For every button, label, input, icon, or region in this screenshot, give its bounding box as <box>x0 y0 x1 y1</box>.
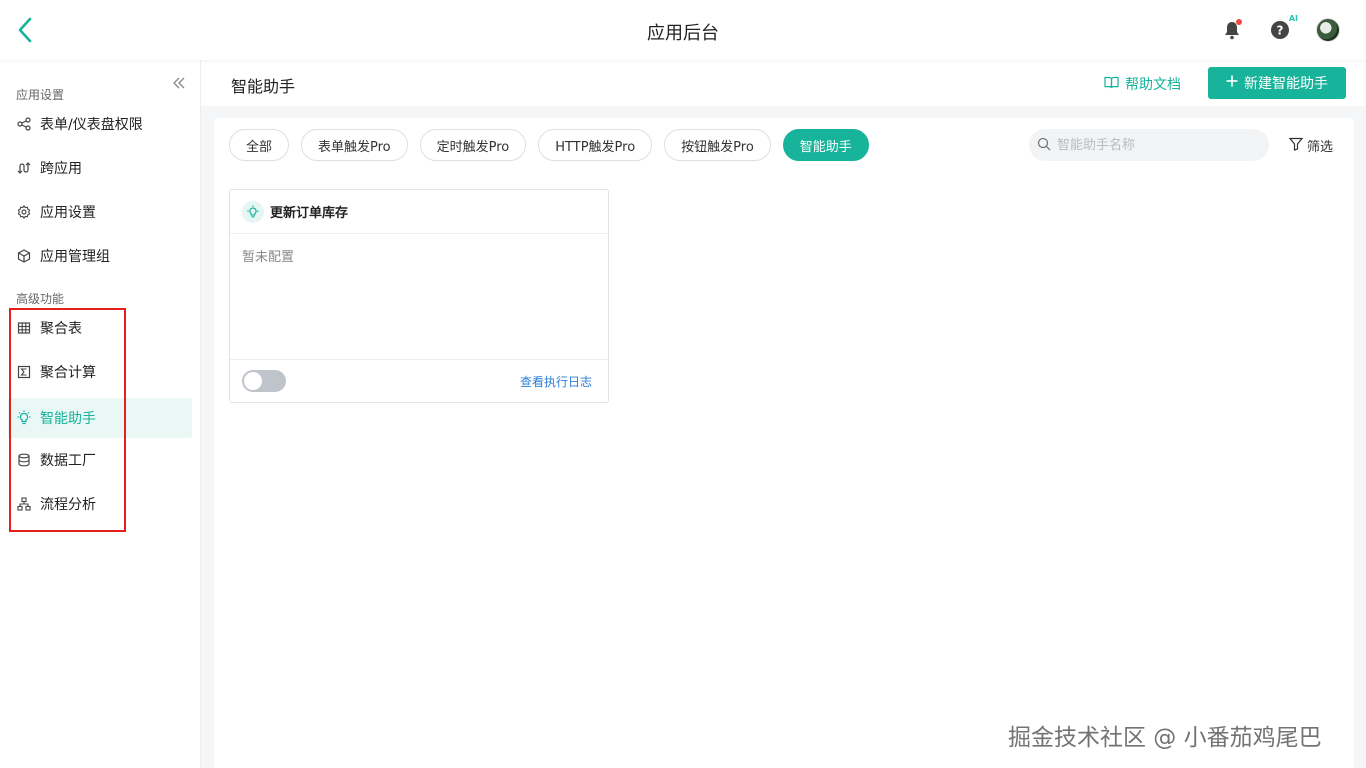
sidebar-item-label: 表单/仪表盘权限 <box>40 117 143 133</box>
sidebar-item-app-settings[interactable]: 应用设置 <box>8 192 192 232</box>
tab-timer-trigger-pro[interactable]: 定时触发Pro <box>419 129 527 161</box>
top-bar: 应用后台 ? AI <box>0 0 1366 60</box>
svg-text:?: ? <box>1277 24 1284 38</box>
notification-bell-icon[interactable] <box>1220 18 1244 42</box>
book-icon <box>1104 76 1119 93</box>
plus-icon <box>1226 75 1238 91</box>
help-docs-link[interactable]: 帮助文档 <box>1104 74 1181 94</box>
card-body-text: 暂未配置 <box>230 234 608 360</box>
tab-button-trigger-pro[interactable]: 按钮触发Pro <box>664 129 771 161</box>
new-assistant-button[interactable]: 新建智能助手 <box>1208 67 1346 99</box>
sidebar: 应用设置 表单/仪表盘权限 跨应用 应用设置 应用管理组 高级功能 聚合表 聚合… <box>0 60 201 768</box>
filter-button[interactable]: 筛选 <box>1288 136 1334 155</box>
watermark-text: 掘金技术社区 @ 小番茄鸡尾巴 <box>1008 725 1322 751</box>
sidebar-item-label: 应用管理组 <box>40 249 110 265</box>
assistant-card[interactable]: 更新订单库存 暂未配置 查看执行日志 <box>229 189 609 403</box>
card-footer: 查看执行日志 <box>230 360 608 402</box>
main-content: 全部 表单触发Pro 定时触发Pro HTTP触发Pro 按钮触发Pro 智能助… <box>214 118 1354 768</box>
card-header: 更新订单库存 <box>230 190 608 234</box>
sidebar-item-app-admin-group[interactable]: 应用管理组 <box>8 236 192 276</box>
app-title: 应用后台 <box>647 23 719 44</box>
tab-smart-assistant[interactable]: 智能助手 <box>782 129 869 161</box>
sidebar-item-label: 跨应用 <box>40 161 82 177</box>
search-box <box>1029 129 1269 161</box>
help-ai-icon[interactable]: ? AI <box>1268 14 1298 42</box>
sidebar-item-label: 应用设置 <box>40 205 96 221</box>
tab-all[interactable]: 全部 <box>229 129 290 161</box>
tab-http-trigger-pro[interactable]: HTTP触发Pro <box>538 129 653 161</box>
sidebar-item-cross-app[interactable]: 跨应用 <box>8 148 192 188</box>
new-assistant-label: 新建智能助手 <box>1244 76 1328 92</box>
enable-toggle[interactable] <box>242 370 286 392</box>
funnel-icon <box>1288 137 1304 155</box>
gear-icon <box>16 204 32 220</box>
card-title: 更新订单库存 <box>270 206 349 221</box>
user-avatar[interactable] <box>1316 18 1340 42</box>
sidebar-item-form-permissions[interactable]: 表单/仪表盘权限 <box>8 104 192 144</box>
cross-app-icon <box>16 160 32 176</box>
page-title: 智能助手 <box>231 77 296 96</box>
filter-label: 筛选 <box>1307 140 1334 155</box>
help-docs-label: 帮助文档 <box>1125 77 1181 93</box>
cube-icon <box>16 248 32 264</box>
group-label-app-settings: 应用设置 <box>16 88 65 102</box>
filter-tabs: 全部 表单触发Pro 定时触发Pro HTTP触发Pro 按钮触发Pro 智能助… <box>229 129 869 161</box>
search-input[interactable] <box>1057 137 1257 153</box>
tab-form-trigger-pro[interactable]: 表单触发Pro <box>301 129 408 161</box>
search-icon <box>1037 136 1051 155</box>
view-execution-log-link[interactable]: 查看执行日志 <box>520 373 592 390</box>
ai-badge: AI <box>1288 14 1298 23</box>
collapse-sidebar-icon[interactable] <box>170 75 188 91</box>
bulb-icon <box>242 200 264 223</box>
annotation-highlight-box <box>9 308 126 532</box>
group-label-advanced: 高级功能 <box>16 292 65 306</box>
page-header: 智能助手 帮助文档 新建智能助手 <box>201 60 1366 106</box>
unread-dot <box>1236 19 1242 25</box>
share-icon <box>16 116 32 132</box>
